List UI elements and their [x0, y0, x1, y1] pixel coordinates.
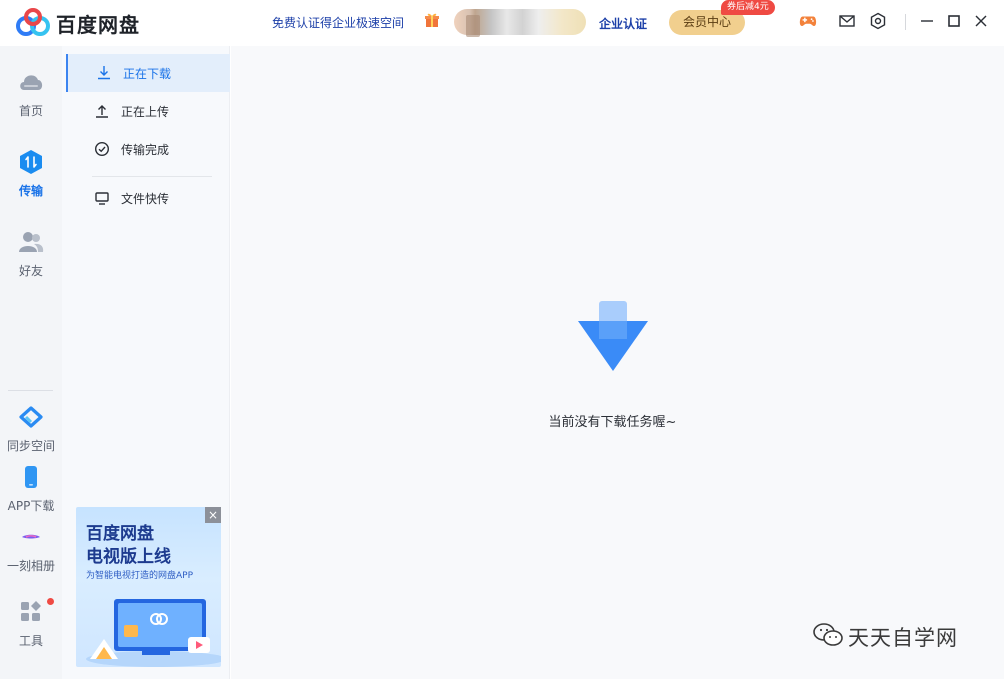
tools-icon	[21, 601, 41, 621]
subnav-divider	[92, 176, 212, 177]
ad-subtitle: 为智能电视打造的网盘APP	[86, 571, 194, 581]
nav-label: 工具	[18, 634, 43, 648]
nav-label: 传输	[18, 184, 43, 198]
subnav-label: 传输完成	[121, 143, 170, 157]
maximize-icon[interactable]	[945, 12, 963, 30]
notification-dot	[47, 598, 54, 605]
nav-label: 同步空间	[6, 439, 55, 453]
monitor-icon	[95, 192, 109, 205]
check-circle-icon	[94, 141, 110, 157]
cloud-icon	[20, 75, 43, 90]
subnav-item-uploading[interactable]: 正在上传	[66, 92, 230, 130]
watermark-text: 天天自学网	[848, 626, 958, 650]
ad-title-line2: 电视版上线	[86, 547, 171, 567]
subnav-label: 文件快传	[121, 192, 170, 206]
game-icon[interactable]	[799, 12, 817, 30]
user-avatar-blurred[interactable]	[454, 9, 586, 37]
nav-divider	[8, 390, 53, 391]
nav-item-friends[interactable]: 好友	[0, 228, 62, 279]
minimize-icon[interactable]	[918, 12, 936, 30]
ad-title: 百度网盘	[86, 524, 154, 544]
nav-label: 一刻相册	[6, 559, 55, 573]
ad-close-button[interactable]: ×	[205, 507, 221, 523]
promo-link[interactable]: 免费认证得企业极速空间	[272, 14, 404, 31]
nav-item-app-download[interactable]: APP下载	[0, 463, 62, 514]
nav-item-album[interactable]: 一刻相册	[0, 523, 62, 574]
subnav-item-completed[interactable]: 传输完成	[66, 130, 230, 168]
wechat-icon	[813, 623, 843, 646]
nav-item-tools[interactable]: 工具	[0, 598, 62, 649]
sync-icon	[19, 406, 43, 428]
nav-label: APP下载	[7, 499, 55, 513]
titlebar-divider	[905, 14, 906, 30]
app-title: 百度网盘	[56, 13, 140, 37]
transfer-icon	[20, 150, 42, 174]
close-icon[interactable]	[972, 12, 990, 30]
nav-item-home[interactable]: 首页	[0, 68, 62, 119]
empty-download-icon	[578, 301, 648, 371]
upload-icon	[96, 105, 108, 118]
subnav-item-downloading[interactable]: 正在下载	[66, 54, 230, 92]
title-bar: 百度网盘 免费认证得企业极速空间 企业认证 会员中心 券后减4元	[0, 0, 1004, 46]
gift-icon[interactable]	[424, 12, 440, 28]
friends-icon	[19, 232, 44, 252]
left-nav: 首页 传输 好友 同步空间 APP下载 一刻相册 工具	[0, 46, 62, 679]
baidu-netdisk-logo	[16, 8, 50, 36]
nav-label: 首页	[18, 104, 43, 118]
subnav-label: 正在下载	[123, 67, 172, 81]
phone-icon	[25, 466, 37, 488]
subnav-label: 正在上传	[121, 105, 170, 119]
album-icon	[22, 534, 40, 539]
tv-app-ad-card[interactable]: 百度网盘 电视版上线 为智能电视打造的网盘APP	[76, 507, 221, 667]
download-icon	[98, 66, 110, 80]
nav-item-transfer[interactable]: 传输	[0, 148, 62, 199]
enterprise-verify-link[interactable]: 企业认证	[599, 15, 647, 32]
nav-item-sync-space[interactable]: 同步空间	[0, 403, 62, 454]
subnav-item-quick-transfer[interactable]: 文件快传	[66, 179, 230, 217]
vip-coupon-badge: 券后减4元	[721, 0, 775, 15]
empty-state-message: 当前没有下载任务喔~	[548, 415, 677, 430]
mail-icon[interactable]	[838, 12, 856, 30]
tv-illustration	[86, 599, 221, 667]
settings-icon[interactable]	[869, 12, 887, 30]
nav-label: 好友	[18, 264, 43, 278]
